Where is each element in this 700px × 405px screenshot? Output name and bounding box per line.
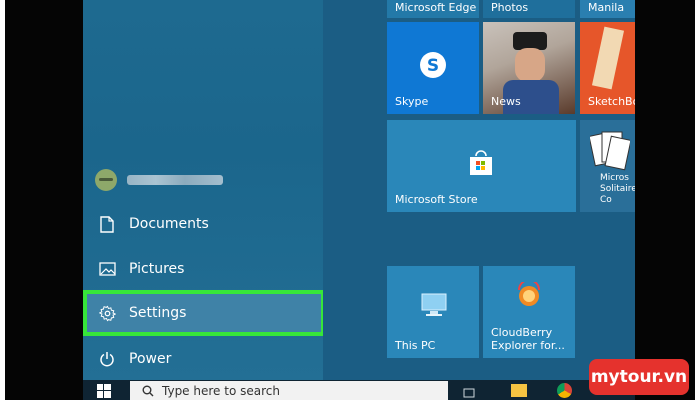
tile-label: Micros Solitaire Co (600, 173, 635, 205)
cards-icon: ♥ (588, 128, 632, 176)
tile-label: Microsoft Edge (395, 1, 477, 14)
tile-microsoft-edge[interactable]: Microsoft Edge (387, 0, 479, 18)
file-explorer-icon[interactable] (511, 384, 527, 397)
store-bag-icon (467, 150, 495, 176)
windows-screen: Documents Pictures Settings Power Micros… (83, 0, 635, 400)
tile-label: This PC (395, 339, 436, 352)
documents-label: Documents (129, 216, 209, 232)
tile-label: SketchBo (588, 95, 635, 108)
settings-item-highlighted[interactable]: Settings (83, 290, 325, 336)
documents-item[interactable]: Documents (83, 206, 323, 242)
tile-photos[interactable]: Photos (483, 0, 575, 18)
tile-sketchbook[interactable]: SketchBo (580, 22, 635, 114)
document-icon (97, 214, 117, 234)
tile-label: Manila (588, 1, 625, 14)
skype-icon: S (418, 50, 448, 80)
tile-label: Skype (395, 95, 429, 108)
tile-microsoft-store[interactable]: Microsoft Store (387, 120, 576, 212)
pencil-icon (591, 26, 625, 90)
cloudberry-logo-icon (513, 279, 545, 308)
tile-solitaire[interactable]: ♥ Micros Solitaire Co (580, 120, 635, 212)
tile-label: CloudBerry Explorer for... (491, 326, 565, 352)
computer-icon (419, 292, 449, 318)
settings-label: Settings (129, 305, 187, 321)
start-menu-tiles-area: Microsoft Edge Photos Manila S Skype New… (323, 0, 635, 380)
search-icon (142, 385, 154, 397)
pictures-icon (97, 259, 117, 279)
power-item[interactable]: Power (83, 341, 323, 377)
news-photo-face (515, 48, 545, 82)
gear-icon (97, 303, 117, 323)
avatar (95, 169, 117, 191)
user-name-blurred (127, 175, 223, 185)
search-placeholder: Type here to search (162, 383, 280, 398)
tile-manila[interactable]: Manila (580, 0, 635, 18)
tile-skype[interactable]: S Skype (387, 22, 479, 114)
task-view-icon[interactable] (463, 384, 475, 398)
chrome-icon[interactable] (557, 383, 572, 398)
video-frame: Documents Pictures Settings Power Micros… (5, 0, 695, 400)
svg-text:S: S (427, 56, 439, 76)
taskbar-search-box[interactable]: Type here to search (130, 381, 448, 400)
tile-this-pc[interactable]: This PC (387, 266, 479, 358)
pictures-item[interactable]: Pictures (83, 251, 323, 287)
tile-label: News (491, 95, 521, 108)
user-account-item[interactable] (83, 160, 323, 200)
tile-label: Photos (491, 1, 529, 14)
tile-cloudberry[interactable]: CloudBerry Explorer for... (483, 266, 575, 358)
power-icon (97, 349, 117, 369)
start-menu-left-panel: Documents Pictures Settings Power (83, 0, 325, 380)
tile-news[interactable]: News (483, 22, 575, 114)
power-label: Power (129, 351, 172, 367)
tile-label: Microsoft Store (395, 193, 478, 206)
pictures-label: Pictures (129, 261, 185, 277)
windows-start-icon[interactable] (97, 383, 111, 398)
mytour-watermark: mytour.vn (589, 359, 689, 395)
